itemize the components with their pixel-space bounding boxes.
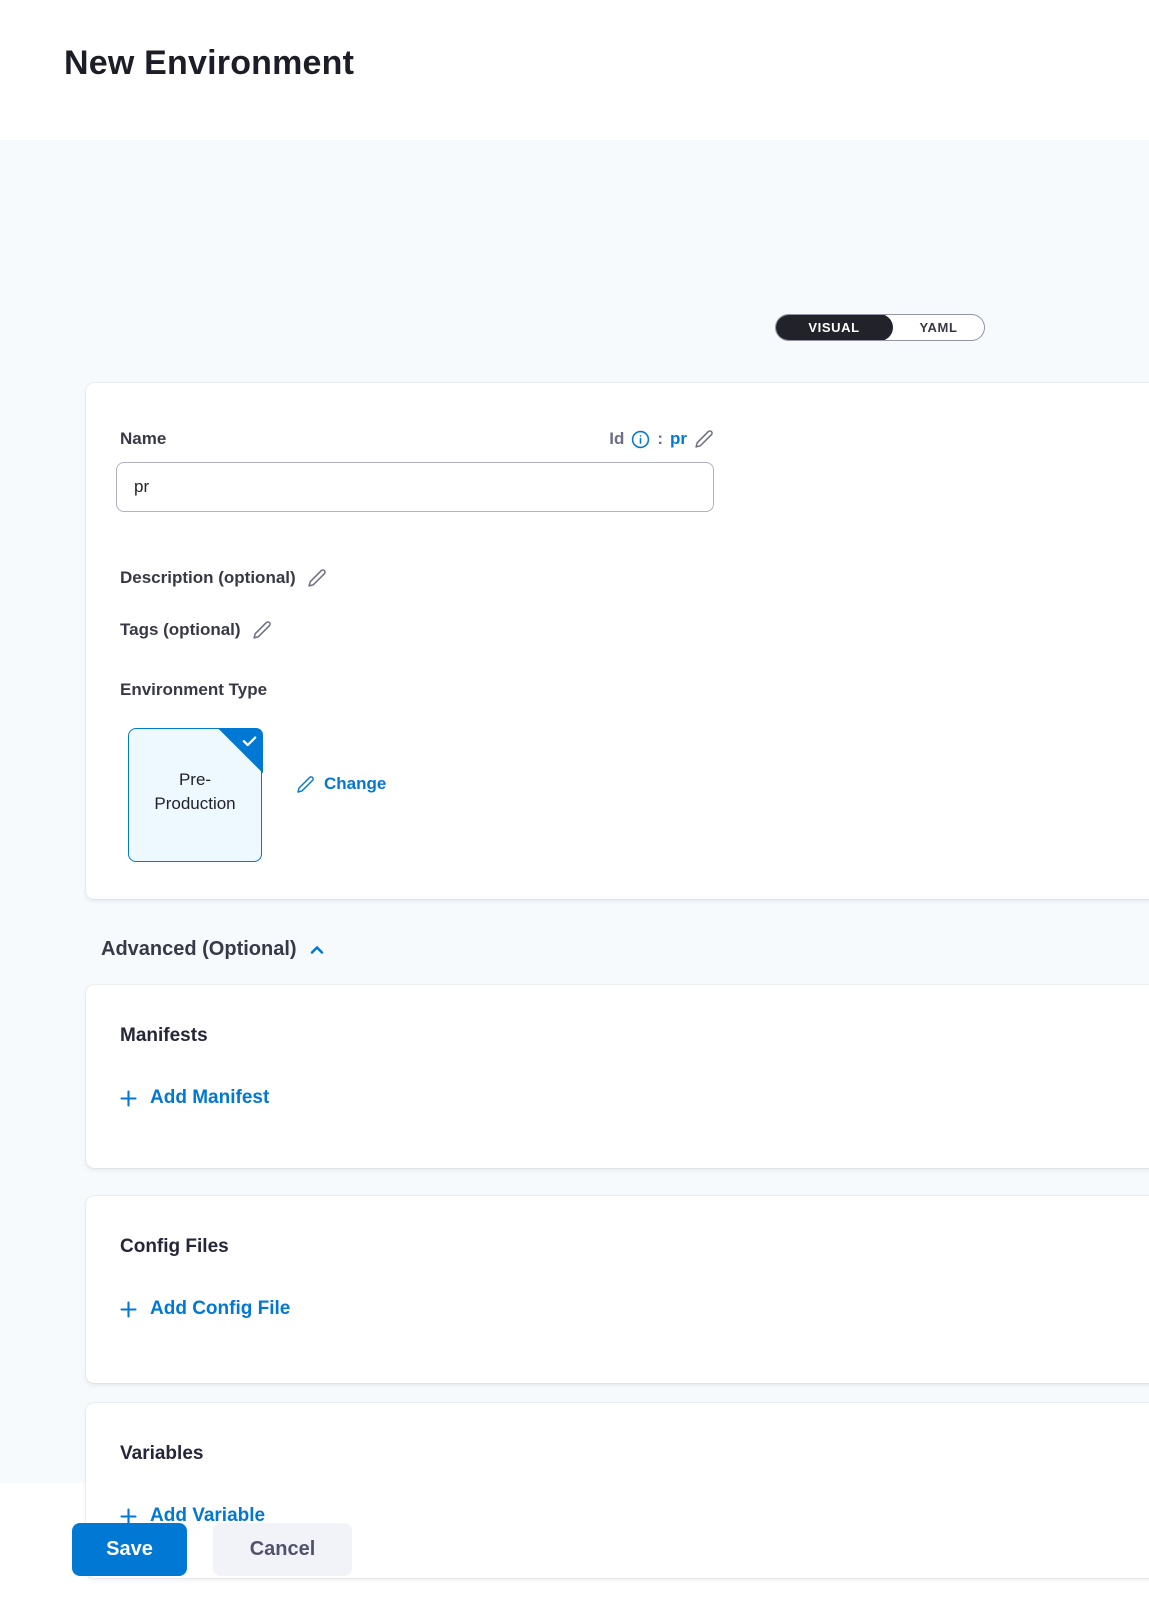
plus-icon xyxy=(118,1088,139,1109)
cancel-button[interactable]: Cancel xyxy=(213,1523,352,1576)
change-label: Change xyxy=(324,774,386,794)
config-files-title: Config Files xyxy=(120,1236,229,1258)
edit-id-icon[interactable] xyxy=(694,429,714,449)
name-input[interactable] xyxy=(116,462,714,512)
manifests-card: Manifests Add Manifest xyxy=(86,985,1149,1168)
id-colon: : xyxy=(657,429,663,449)
add-manifest-button[interactable]: Add Manifest xyxy=(118,1087,269,1109)
chevron-up-icon xyxy=(307,940,327,960)
change-env-type-link[interactable]: Change xyxy=(296,774,386,794)
id-value: pr xyxy=(670,429,687,449)
add-manifest-label: Add Manifest xyxy=(150,1087,269,1109)
env-type-card-preproduction[interactable]: Pre-Production xyxy=(128,728,262,862)
visual-yaml-toggle[interactable]: VISUAL YAML xyxy=(775,314,985,341)
id-row: Id : pr xyxy=(609,429,714,449)
environment-type-label: Environment Type xyxy=(120,680,267,700)
variables-title: Variables xyxy=(120,1443,203,1465)
manifests-title: Manifests xyxy=(120,1025,208,1047)
new-environment-page: New Environment VISUAL YAML Name Id : pr xyxy=(0,0,1149,1600)
description-label: Description (optional) xyxy=(120,568,296,588)
tags-toggle[interactable]: Tags (optional) xyxy=(120,620,272,640)
env-type-value: Pre-Production xyxy=(129,768,261,816)
name-row: Name Id : pr xyxy=(120,429,714,449)
info-icon[interactable] xyxy=(631,430,650,449)
edit-tags-icon[interactable] xyxy=(252,620,272,640)
tags-label: Tags (optional) xyxy=(120,620,241,640)
environment-details-card: Name Id : pr Description (optional) xyxy=(86,383,1149,899)
add-config-file-label: Add Config File xyxy=(150,1298,290,1320)
change-pencil-icon xyxy=(296,775,315,794)
edit-description-icon[interactable] xyxy=(307,568,327,588)
advanced-title: Advanced (Optional) xyxy=(101,938,297,961)
check-icon xyxy=(241,733,258,750)
advanced-section-toggle[interactable]: Advanced (Optional) xyxy=(101,938,327,961)
save-button[interactable]: Save xyxy=(72,1523,187,1576)
config-files-card: Config Files Add Config File xyxy=(86,1196,1149,1383)
page-title: New Environment xyxy=(64,44,354,83)
description-toggle[interactable]: Description (optional) xyxy=(120,568,327,588)
form-panel: VISUAL YAML Name Id : pr xyxy=(0,140,1149,1483)
add-config-file-button[interactable]: Add Config File xyxy=(118,1298,290,1320)
name-label: Name xyxy=(120,429,166,449)
toggle-visual[interactable]: VISUAL xyxy=(775,314,893,341)
selected-corner xyxy=(218,728,263,773)
plus-icon xyxy=(118,1299,139,1320)
toggle-yaml[interactable]: YAML xyxy=(893,315,984,340)
id-label: Id xyxy=(609,429,624,449)
